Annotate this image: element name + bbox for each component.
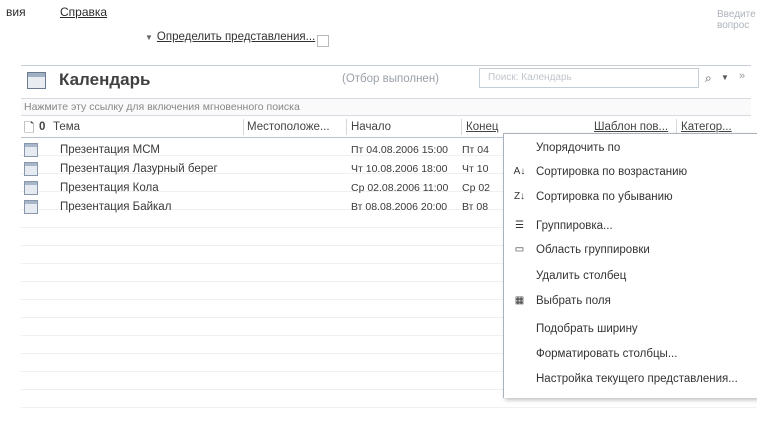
search-placeholder: Поиск: Календарь (488, 72, 572, 83)
column-recurrence-pattern[interactable]: Шаблон пов... (594, 121, 668, 133)
menu-item-help[interactable]: Справка (60, 5, 107, 19)
row-subject: Презентация Байкал (60, 201, 172, 213)
filter-status: (Отбор выполнен) (342, 73, 439, 85)
group-area-icon: ▭ (514, 244, 525, 255)
menu-item-label: Сортировка по убыванию (536, 191, 673, 203)
table-row[interactable]: Презентация Байкал Вт 08.08.2006 20:00 В… (21, 198, 501, 216)
menu-item-remove-column[interactable]: Удалить столбец (504, 265, 757, 287)
menu-item-group-by[interactable]: ☰ Группировка... (504, 215, 757, 237)
table-row[interactable]: Презентация Лазурный берег Чт 10.08.2006… (21, 160, 501, 178)
search-input[interactable]: Поиск: Календарь (479, 68, 699, 88)
define-views-link[interactable]: ▼ Определить представления... (145, 31, 330, 47)
row-start: Вт 08.08.2006 20:00 (351, 201, 448, 213)
appointment-icon (24, 181, 38, 195)
appointment-icon (24, 200, 38, 214)
menu-item-label: Группировка... (536, 220, 613, 232)
row-subject: Презентация Лазурный берег (60, 163, 218, 175)
menu-item-best-fit[interactable]: Подобрать ширину (504, 318, 757, 340)
column-end[interactable]: Конец (466, 121, 498, 133)
calendar-header: Календарь (Отбор выполнен) Поиск: Календ… (21, 65, 751, 92)
instant-search-hint[interactable]: Нажмите эту ссылку для включения мгновен… (21, 98, 751, 116)
field-chooser-icon: ▦ (514, 295, 525, 306)
column-context-menu: Упорядочить по A↓ Сортировка по возраста… (503, 133, 757, 398)
dropdown-arrow-icon: ▼ (145, 33, 153, 43)
column-subject[interactable]: Тема (53, 121, 80, 133)
group-by-icon: ☰ (515, 220, 524, 231)
column-category[interactable]: Категор... (681, 121, 732, 133)
menu-item-arrange-by[interactable]: Упорядочить по (504, 137, 757, 159)
sort-ascending-icon: A↓ (513, 166, 526, 177)
row-start: Чт 10.08.2006 18:00 (351, 163, 448, 175)
menu-item-label: Форматировать столбцы... (536, 348, 678, 360)
sort-descending-icon: Z↓ (513, 191, 526, 202)
menu-item-field-chooser[interactable]: ▦ Выбрать поля (504, 290, 757, 312)
ask-question-placeholder: Введите вопрос (717, 9, 756, 31)
search-icon[interactable]: ⌕ (705, 71, 712, 86)
row-end: Вт 08 (462, 201, 489, 213)
define-views-label: Определить представления... (156, 31, 316, 44)
row-end: Пт 04 (462, 144, 489, 156)
menu-item-label: Выбрать поля (536, 295, 611, 307)
menu-item-label: Сортировка по возрастанию (536, 166, 688, 178)
column-location[interactable]: Местоположе... (247, 121, 330, 133)
menu-item-label: Упорядочить по (536, 142, 621, 154)
attachment-icon[interactable]: 0 (39, 121, 45, 133)
menu-bar: вия Справка Введите вопрос (0, 0, 757, 31)
table-row[interactable]: Презентация Кола Ср 02.08.2006 11:00 Ср … (21, 179, 501, 197)
search-options-icon[interactable]: ▼ (721, 73, 729, 82)
appointment-icon (24, 162, 38, 176)
row-start: Пт 04.08.2006 15:00 (351, 144, 449, 156)
row-end: Чт 10 (462, 163, 489, 175)
menu-item-group-box[interactable]: ▭ Область группировки (504, 239, 757, 261)
menu-item-customize-view[interactable]: Настройка текущего представления... (504, 368, 757, 390)
calendar-icon (27, 72, 46, 89)
menu-item-format-columns[interactable]: Форматировать столбцы... (504, 343, 757, 365)
expand-chevron-icon[interactable]: » (739, 70, 745, 82)
menu-item-sort-descending[interactable]: Z↓ Сортировка по убыванию (504, 186, 757, 208)
instant-search-hint-text: Нажмите эту ссылку для включения мгновен… (24, 101, 300, 113)
row-end: Ср 02 (462, 182, 491, 194)
menu-item-label: Настройка текущего представления... (536, 373, 738, 385)
row-start: Ср 02.08.2006 11:00 (351, 182, 449, 194)
appointment-icon (24, 143, 38, 157)
menu-item-view-partial[interactable]: вия (6, 5, 26, 19)
row-subject: Презентация МСМ (60, 144, 160, 156)
toolbar-options-icon[interactable] (317, 35, 330, 47)
column-start[interactable]: Начало (351, 121, 391, 133)
menu-item-label: Подобрать ширину (536, 323, 638, 335)
menu-item-label: Область группировки (536, 244, 650, 256)
page-title: Календарь (59, 70, 151, 89)
table-row[interactable]: Презентация МСМ Пт 04.08.2006 15:00 Пт 0… (21, 141, 501, 159)
menu-item-sort-ascending[interactable]: A↓ Сортировка по возрастанию (504, 161, 757, 183)
menu-item-label: Удалить столбец (536, 270, 627, 282)
row-subject: Презентация Кола (60, 182, 159, 194)
